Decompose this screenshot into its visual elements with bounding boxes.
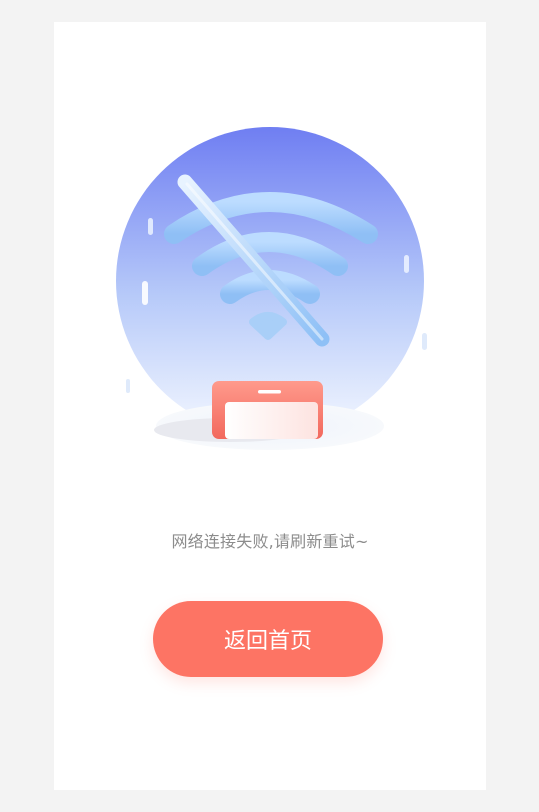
decor-tick <box>422 333 427 350</box>
decor-tick <box>142 281 148 305</box>
network-error-illustration <box>116 127 427 450</box>
back-home-button[interactable]: 返回首页 <box>153 601 383 677</box>
phone-icon <box>212 381 323 439</box>
error-message: 网络连接失败,请刷新重试~ <box>171 532 369 551</box>
decor-tick <box>404 255 409 273</box>
decor-tick <box>148 218 153 235</box>
decor-tick <box>126 379 130 393</box>
